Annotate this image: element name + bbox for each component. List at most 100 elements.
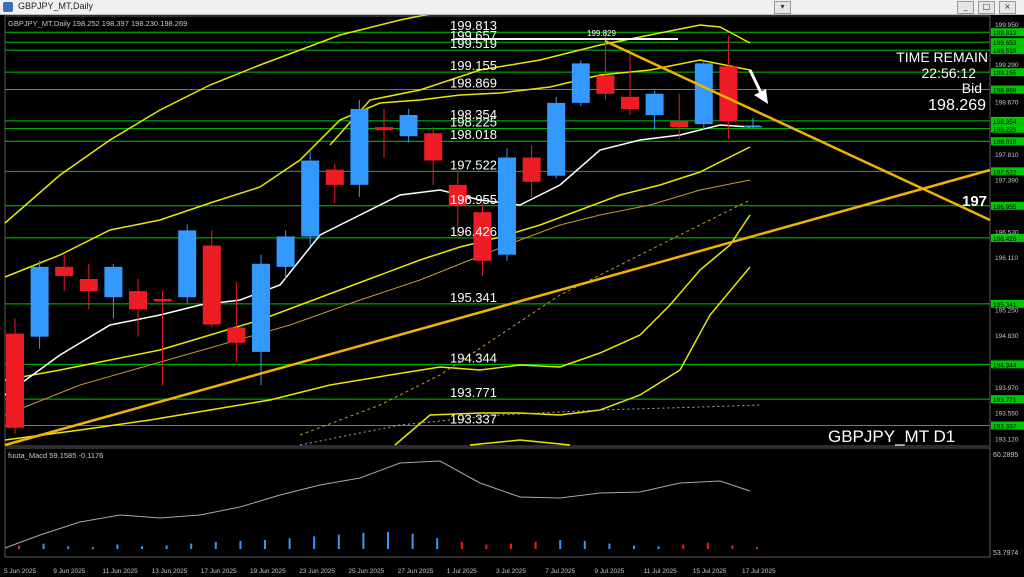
date-label: 17 Jul 2025 [742,568,776,575]
candle-body[interactable] [252,263,270,352]
level-price-text: 197.522 [993,169,1017,176]
bid-value: 198.269 [928,97,986,114]
date-label: 5 Jun 2025 [4,568,37,575]
upper-inner-band [4,59,751,278]
macd-bar [116,544,119,549]
candle-body[interactable] [55,266,74,276]
candle-body[interactable] [178,230,197,298]
macd-bar [264,540,266,549]
candle-body[interactable] [719,66,738,122]
candle-body[interactable] [670,121,689,128]
candle-body[interactable] [547,102,566,176]
macd-bar [411,533,414,549]
macd-bar [731,545,734,549]
minimize-button[interactable]: _ [957,1,974,14]
date-label: 17 Jun 2025 [201,568,237,575]
macd-signal-line [4,460,751,549]
candle-body[interactable] [276,236,295,267]
level-label: 198.018 [450,127,497,142]
level-label: 199.155 [450,58,497,73]
axis-tick-label: 194.830 [995,333,1019,340]
candle-body[interactable] [375,127,393,131]
symbol-label: GBPJPY_MT D1 [828,427,955,446]
candle-body[interactable] [325,169,344,185]
macd-bar [214,541,217,549]
window-title: GBPJPY_MT,Daily [18,1,94,11]
candle-body[interactable] [30,266,49,337]
level-price-text: 198.018 [993,139,1017,146]
macd-bar [165,545,168,549]
candle-body[interactable] [104,266,123,298]
lower-outer-band-tail [469,439,571,446]
level-price-text: 199.155 [993,70,1017,77]
price-axis: 199.813199.653199.519199.155198.869198.3… [745,22,1024,444]
level-label: 196.955 [450,192,497,207]
macd-bar [534,541,537,549]
price-cut-label: 197 [962,193,987,210]
date-label: 25 Jun 2025 [348,568,384,575]
macd-top-value: 60.2895 [993,452,1018,459]
candle-body[interactable] [571,63,590,103]
date-label: 1 Jul 2025 [447,568,477,575]
candle-body[interactable] [522,157,541,182]
date-label: 13 Jun 2025 [152,568,188,575]
axis-tick-label: 198.670 [995,100,1019,107]
level-label: 199.519 [450,36,497,51]
candle-body[interactable] [621,96,639,109]
candle-body[interactable] [498,157,516,255]
ascending-trendline[interactable] [4,168,991,447]
title-bar[interactable]: GBPJPY_MT,Daily ▾ _ □ × [0,0,1024,15]
macd-frame [4,447,991,558]
candle-body[interactable] [694,63,713,125]
level-price-text: 198.869 [993,88,1017,95]
level-price-text: 199.519 [993,48,1017,55]
restore-button[interactable]: ▾ [774,1,791,14]
macd-bar [42,543,45,549]
candle-body[interactable] [227,327,246,343]
candle-body[interactable] [350,108,369,185]
axis-tick-label: 197.810 [995,152,1019,159]
level-price-text: 199.813 [993,30,1017,37]
main-chart-frame [4,15,991,447]
macd-bar [657,546,660,549]
candle-body[interactable] [6,333,24,428]
chart-window-icon [3,2,13,12]
macd-bar [633,545,635,549]
slow-ma [4,179,751,416]
date-label: 3 Jul 2025 [496,568,526,575]
date-axis: 5 Jun 2025 9 Jun 2025 11 Jun 2025 13 Jun 20… [4,568,776,575]
chart-header: GBPJPY_MT,Daily 198.252 198.397 198.230 … [8,19,187,28]
candle-body[interactable] [424,133,443,161]
candle-body[interactable] [596,75,615,94]
date-label: 9 Jul 2025 [594,568,624,575]
level-price-text: 199.653 [993,40,1017,47]
level-label: 197.522 [450,157,497,172]
candle-body[interactable] [645,93,664,115]
level-label: 194.344 [450,350,497,365]
close-button[interactable]: × [999,1,1016,14]
peak-label: 199.829 [587,29,616,38]
long-ma [299,404,761,446]
maximize-button[interactable]: □ [978,1,995,14]
candle-body[interactable] [79,278,98,292]
level-label: 193.337 [450,412,497,427]
arrow-down-icon [748,69,768,104]
lower-outer-band [394,266,751,446]
macd-bottom-value: 53.7974 [993,550,1018,557]
lower-inner-band [4,146,751,381]
candle-body[interactable] [129,291,147,310]
price-chart[interactable]: 199.829 199.813199.657199.519199.155198.… [0,15,1024,577]
dotted-ma [299,199,751,436]
candle-body[interactable] [153,299,172,302]
axis-tick-label: 196.530 [995,230,1019,237]
candle-body[interactable] [301,160,320,237]
candle-body[interactable] [202,245,221,325]
date-label: 15 Jul 2025 [693,568,727,575]
fast-ma [4,124,751,396]
level-price-text: 196.426 [993,236,1017,243]
macd-bar [583,540,586,549]
level-price-text: 193.771 [993,397,1017,404]
candle-body[interactable] [399,114,418,137]
level-label: 196.426 [450,224,497,239]
macd-bar [91,547,94,550]
